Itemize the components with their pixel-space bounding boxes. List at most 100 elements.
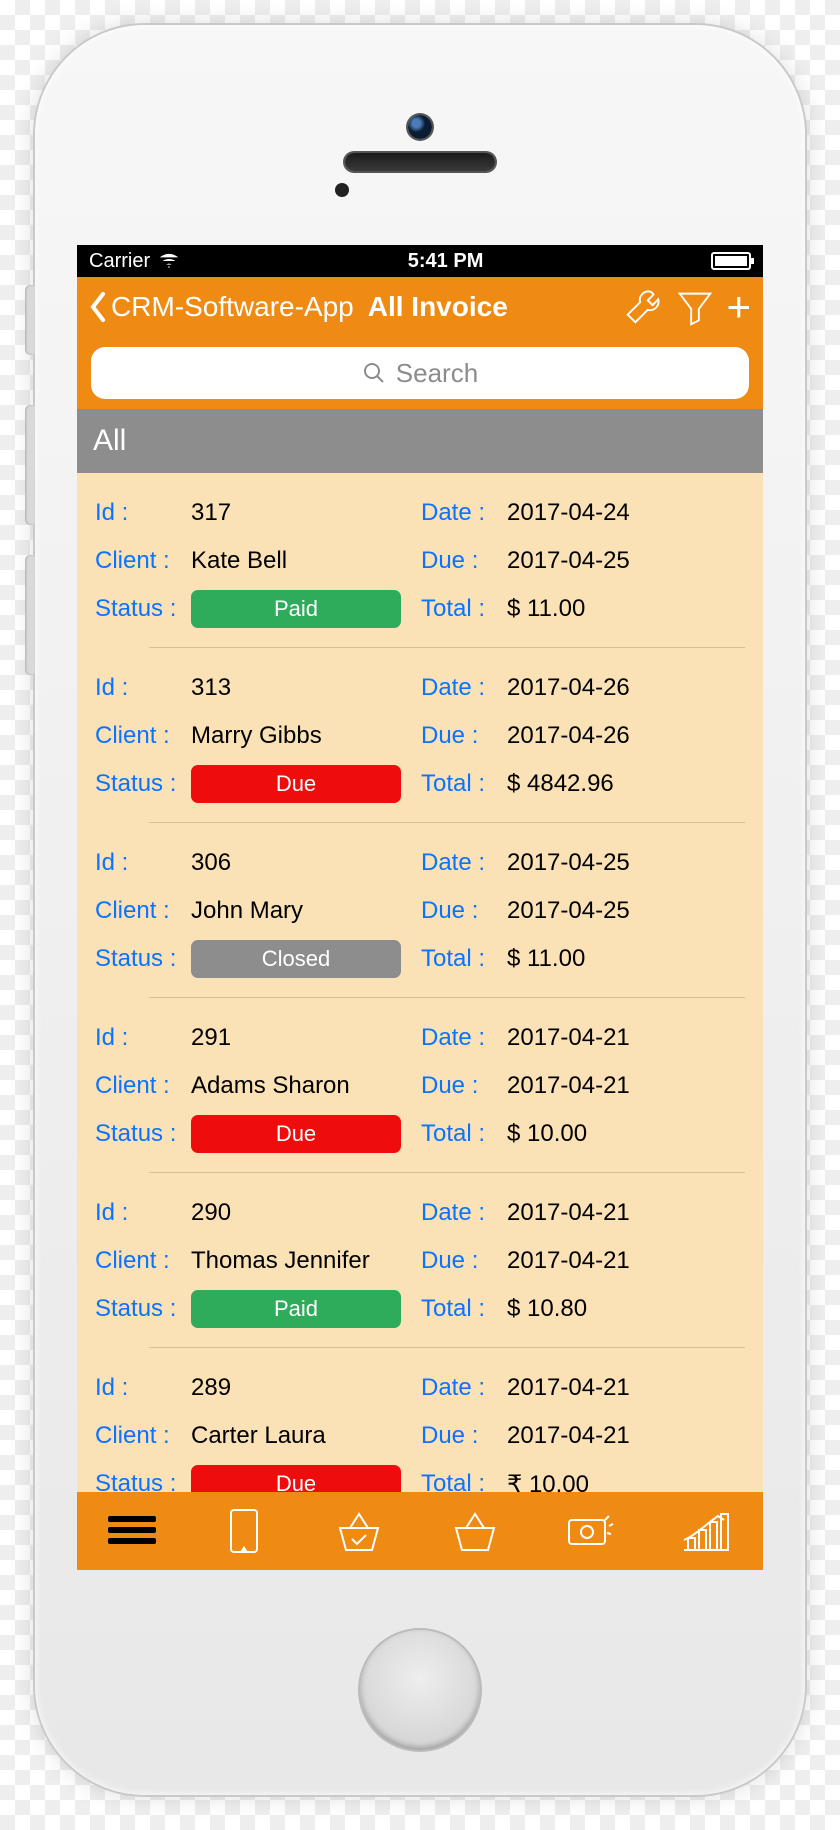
id-label: Id : — [95, 499, 191, 527]
invoice-card[interactable]: Id :291Date :2017-04-21Client :Adams Sha… — [77, 998, 763, 1173]
status-label: Status : — [95, 1295, 191, 1323]
status-badge: Due — [191, 1115, 401, 1153]
front-camera — [408, 115, 432, 139]
invoice-card[interactable]: Id :289Date :2017-04-21 Client :Carter La… — [77, 1348, 763, 1492]
client-value: John Mary — [191, 897, 421, 925]
battery-icon — [711, 252, 751, 270]
back-button[interactable]: CRM-Software-App — [89, 291, 354, 323]
nav-bar: CRM-Software-App All Invoice + — [77, 277, 763, 337]
total-label: Total : — [421, 945, 507, 973]
invoice-card[interactable]: Id :306Date :2017-04-25Client :John Mary… — [77, 823, 763, 998]
search-container: Search — [77, 337, 763, 409]
status-label: Status : — [95, 1120, 191, 1148]
status-label: Status : — [95, 945, 191, 973]
tab-zipper-icon[interactable] — [217, 1504, 271, 1558]
wifi-icon — [158, 250, 180, 272]
search-input[interactable]: Search — [91, 347, 749, 399]
total-value: $ 4842.96 — [507, 770, 614, 798]
total-label: Total : — [421, 595, 507, 623]
client-label: Client : — [95, 1247, 191, 1275]
client-label: Client : — [95, 897, 191, 925]
tab-basket-icon[interactable] — [448, 1504, 502, 1558]
client-label: Client : — [95, 1422, 191, 1450]
tab-money-icon[interactable] — [563, 1504, 617, 1558]
status-badge: Due — [191, 765, 401, 803]
id-label: Id : — [95, 1024, 191, 1052]
id-value: 291 — [191, 1024, 421, 1052]
volume-down — [25, 555, 35, 675]
due-label: Due : — [421, 1247, 507, 1275]
client-label: Client : — [95, 547, 191, 575]
search-icon — [362, 361, 386, 385]
tab-basket-check-icon[interactable] — [332, 1504, 386, 1558]
search-placeholder: Search — [396, 358, 478, 389]
total-value: $ 10.00 — [507, 1120, 587, 1148]
date-value: 2017-04-21 — [507, 1024, 630, 1052]
due-value: 2017-04-21 — [507, 1422, 630, 1450]
filter-icon[interactable] — [674, 286, 716, 328]
date-label: Date : — [421, 849, 507, 877]
due-value: 2017-04-25 — [507, 547, 630, 575]
tab-bar — [77, 1492, 763, 1570]
date-label: Date : — [421, 1374, 507, 1402]
total-label: Total : — [421, 1295, 507, 1323]
id-value: 317 — [191, 499, 421, 527]
wrench-icon[interactable] — [622, 286, 664, 328]
status-badge: Due — [191, 1465, 401, 1492]
phone-frame: Carrier 5:41 PM CRM-Software-App All Inv… — [35, 25, 805, 1795]
clock: 5:41 PM — [180, 250, 711, 273]
client-label: Client : — [95, 722, 191, 750]
client-value: Carter Laura — [191, 1422, 421, 1450]
screen: Carrier 5:41 PM CRM-Software-App All Inv… — [77, 245, 763, 1570]
status-label: Status : — [95, 770, 191, 798]
add-button[interactable]: + — [726, 286, 751, 328]
total-value: ₹ 10.00 — [507, 1470, 589, 1493]
invoice-card[interactable]: Id :290Date :2017-04-21Client :Thomas Je… — [77, 1173, 763, 1348]
client-label: Client : — [95, 1072, 191, 1100]
client-value: Adams Sharon — [191, 1072, 421, 1100]
total-label: Total : — [421, 770, 507, 798]
id-value: 313 — [191, 674, 421, 702]
status-badge: Paid — [191, 590, 401, 628]
mute-switch — [25, 285, 35, 355]
home-button[interactable] — [360, 1630, 480, 1750]
id-label: Id : — [95, 1199, 191, 1227]
id-label: Id : — [95, 1374, 191, 1402]
date-label: Date : — [421, 674, 507, 702]
due-value: 2017-04-21 — [507, 1072, 630, 1100]
tab-list[interactable] — [108, 1511, 156, 1551]
volume-up — [25, 405, 35, 525]
status-badge: Paid — [191, 1290, 401, 1328]
due-label: Due : — [421, 722, 507, 750]
invoice-card[interactable]: Id :313Date :2017-04-26 Client :Marry Gib… — [77, 648, 763, 823]
invoice-card[interactable]: Id :317Date :2017-04-24 Client :Kate Bell… — [77, 473, 763, 648]
id-value: 289 — [191, 1374, 421, 1402]
page-title: All Invoice — [368, 291, 508, 323]
date-label: Date : — [421, 1199, 507, 1227]
date-value: 2017-04-26 — [507, 674, 630, 702]
date-label: Date : — [421, 499, 507, 527]
due-value: 2017-04-25 — [507, 897, 630, 925]
proximity-sensor — [335, 183, 349, 197]
status-badge: Closed — [191, 940, 401, 978]
id-label: Id : — [95, 674, 191, 702]
client-value: Kate Bell — [191, 547, 421, 575]
total-label: Total : — [421, 1470, 507, 1492]
earpiece — [345, 153, 495, 171]
back-label: CRM-Software-App — [111, 291, 354, 323]
section-header: All — [77, 409, 763, 473]
total-value: $ 10.80 — [507, 1295, 587, 1323]
id-label: Id : — [95, 849, 191, 877]
invoice-list[interactable]: Id :317Date :2017-04-24Client :Kate Bell… — [77, 473, 763, 1492]
date-value: 2017-04-24 — [507, 499, 630, 527]
due-label: Due : — [421, 547, 507, 575]
total-value: $ 11.00 — [507, 595, 585, 623]
due-label: Due : — [421, 897, 507, 925]
due-value: 2017-04-21 — [507, 1247, 630, 1275]
client-value: Thomas Jennifer — [191, 1247, 421, 1275]
status-label: Status : — [95, 1470, 191, 1492]
status-label: Status : — [95, 595, 191, 623]
tab-chart-icon[interactable] — [678, 1504, 732, 1558]
carrier-label: Carrier — [89, 250, 150, 273]
client-value: Marry Gibbs — [191, 722, 421, 750]
